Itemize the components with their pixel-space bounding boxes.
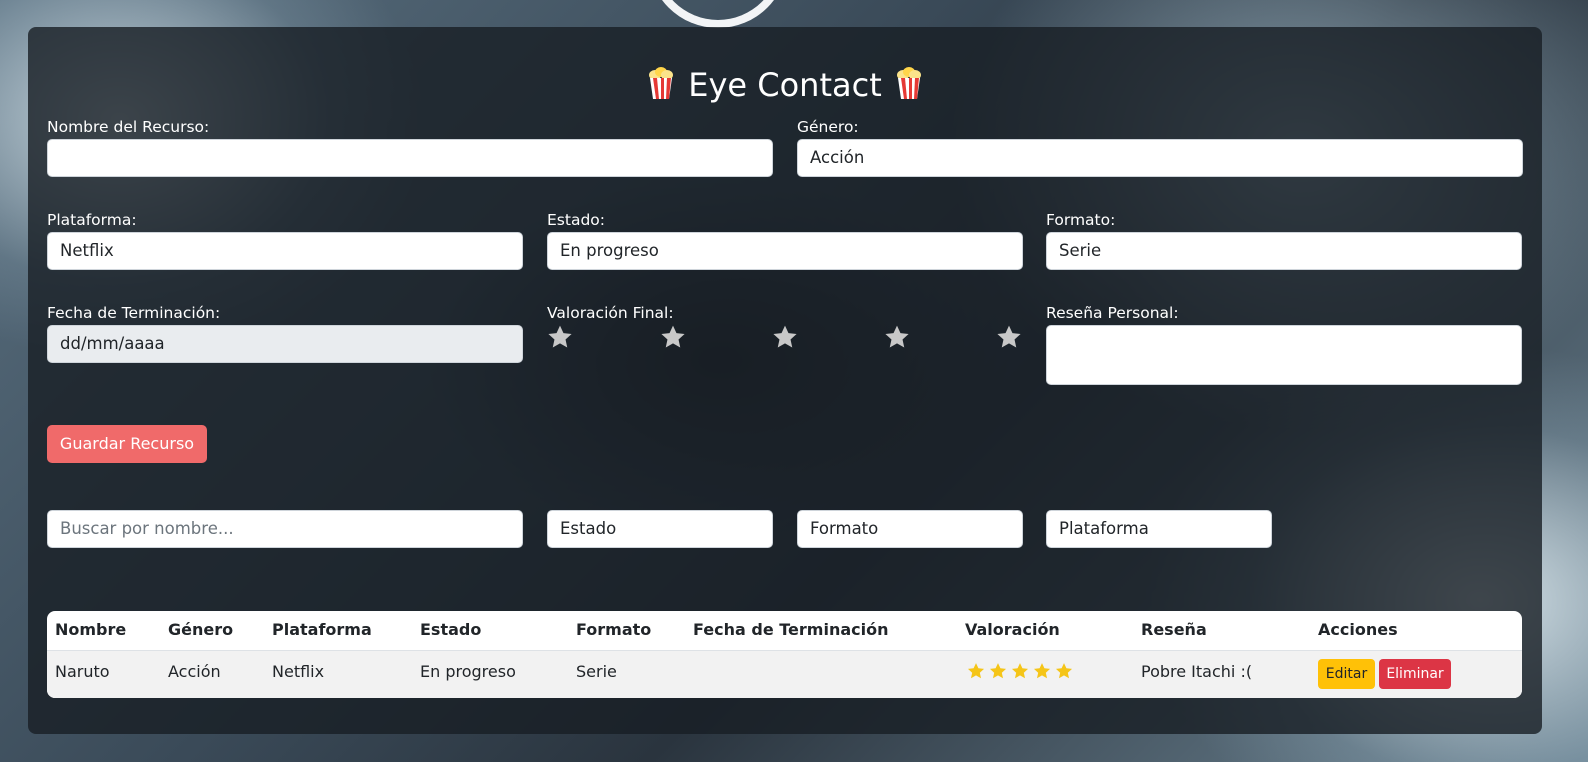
edit-button[interactable]: Editar	[1318, 659, 1375, 689]
col-acciones-header: Acciones	[1318, 620, 1398, 639]
col-genero-header: Género	[168, 620, 234, 639]
nombre-input[interactable]	[47, 139, 773, 177]
col-nombre-header: Nombre	[55, 620, 127, 639]
rating-star-icon	[1055, 663, 1073, 679]
genero-select[interactable]: Acción	[797, 139, 1523, 177]
cell-formato: Serie	[576, 662, 617, 681]
table-row: Naruto Acción Netflix En progreso Serie …	[47, 651, 1522, 698]
save-button[interactable]: Guardar Recurso	[47, 425, 207, 463]
estado-filter-select[interactable]: Estado	[547, 510, 773, 548]
rating-star-icon	[1011, 663, 1029, 679]
valoracion-label: Valoración Final:	[547, 304, 674, 322]
col-plataforma-header: Plataforma	[272, 620, 372, 639]
rating-star-4-icon[interactable]	[884, 324, 910, 350]
resena-label: Reseña Personal:	[1046, 304, 1179, 322]
cell-genero: Acción	[168, 662, 221, 681]
plataforma-filter-select[interactable]: Plataforma	[1046, 510, 1272, 548]
estado-select[interactable]: En progreso	[547, 232, 1023, 270]
resources-table: Nombre Género Plataforma Estado Formato …	[47, 611, 1522, 698]
col-fecha-header: Fecha de Terminación	[693, 620, 889, 639]
plataforma-select[interactable]: Netflix	[47, 232, 523, 270]
formato-filter-select[interactable]: Formato	[797, 510, 1023, 548]
estado-label: Estado:	[547, 211, 605, 229]
rating-star-icon	[989, 663, 1007, 679]
col-estado-header: Estado	[420, 620, 482, 639]
page-title: Eye Contact	[28, 65, 1542, 105]
formato-label: Formato:	[1046, 211, 1116, 229]
popcorn-icon	[649, 67, 674, 99]
genero-label: Género:	[797, 118, 859, 136]
cell-nombre: Naruto	[55, 662, 110, 681]
resena-textarea[interactable]	[1046, 325, 1522, 385]
plataforma-label: Plataforma:	[47, 211, 137, 229]
cell-resena: Pobre Itachi :(	[1141, 662, 1253, 681]
popcorn-icon	[896, 67, 921, 99]
rating-star-2-icon[interactable]	[660, 324, 686, 350]
table-header: Nombre Género Plataforma Estado Formato …	[47, 611, 1522, 651]
fecha-input[interactable]: dd/mm/aaaa	[47, 325, 523, 363]
rating-star-icon	[1033, 663, 1051, 679]
cell-estado: En progreso	[420, 662, 516, 681]
cell-plataforma: Netflix	[272, 662, 325, 681]
col-valoracion-header: Valoración	[965, 620, 1060, 639]
rating-star-icon	[967, 663, 985, 679]
col-resena-header: Reseña	[1141, 620, 1207, 639]
rating-star-3-icon[interactable]	[772, 324, 798, 350]
app-title-text: Eye Contact	[688, 66, 882, 104]
rating-star-1-icon[interactable]	[547, 324, 573, 350]
search-input[interactable]: Buscar por nombre...	[47, 510, 523, 548]
fecha-label: Fecha de Terminación:	[47, 304, 221, 322]
delete-button[interactable]: Eliminar	[1379, 659, 1451, 689]
nombre-label: Nombre del Recurso:	[47, 118, 210, 136]
background-decoration	[648, 0, 788, 28]
col-formato-header: Formato	[576, 620, 652, 639]
formato-select[interactable]: Serie	[1046, 232, 1522, 270]
rating-star-5-icon[interactable]	[996, 324, 1022, 350]
